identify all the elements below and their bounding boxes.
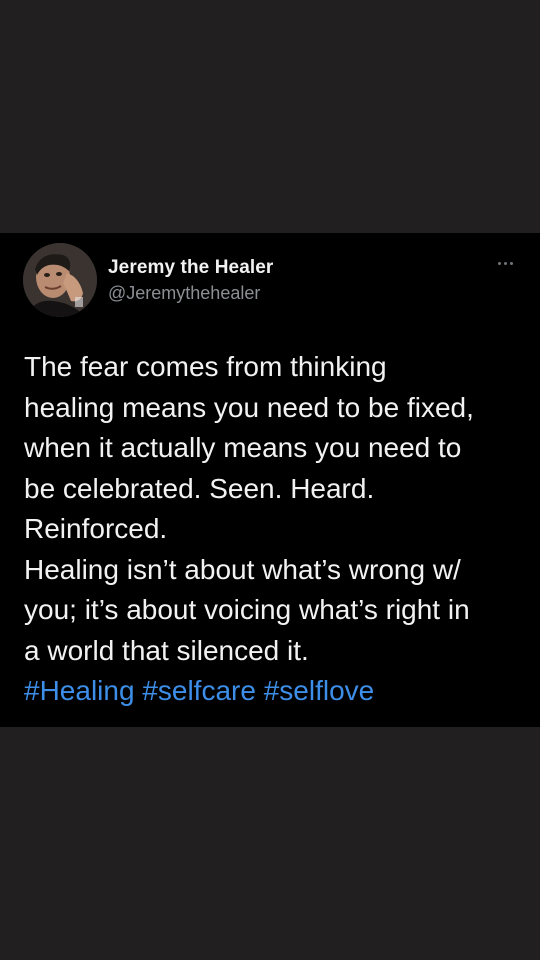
tweet-card: Jeremy the Healer @Jeremythehealer The f… xyxy=(0,233,540,727)
tweet-text-line: Healing isn’t about what’s wrong w/ xyxy=(24,553,461,585)
tweet-text-line: a world that silenced it. xyxy=(24,634,309,666)
tweet-text-line: be celebrated. Seen. Heard. xyxy=(24,472,375,504)
hashtag-link[interactable]: #selflove xyxy=(264,675,375,706)
author-display-name[interactable]: Jeremy the Healer xyxy=(108,257,273,279)
tweet-text-line: when it actually means you need to xyxy=(24,432,462,463)
more-horizontal-icon-dot xyxy=(509,261,513,265)
more-horizontal-icon xyxy=(497,261,501,265)
hashtag-link[interactable]: #selfcare xyxy=(142,675,256,706)
tweet-text-line: The fear comes from thinking xyxy=(24,351,387,382)
tweet-text: The fear comes from thinking healing mea… xyxy=(24,347,529,712)
tweet-text-line: healing means you need to be fixed, xyxy=(24,391,474,423)
tweet-text-line: Reinforced. xyxy=(24,513,168,544)
avatar-image xyxy=(23,243,97,317)
author-handle[interactable]: @Jeremythehealer xyxy=(108,283,260,304)
tweet-text-line: you; it’s about voicing what’s right in xyxy=(24,594,470,625)
more-horizontal-icon-dot xyxy=(503,261,507,265)
hashtag-link[interactable]: #Healing xyxy=(24,675,135,706)
hashtag-list: #Healing #selfcare #selflove xyxy=(24,671,529,712)
more-options-button[interactable] xyxy=(490,255,520,271)
avatar[interactable] xyxy=(23,243,97,317)
